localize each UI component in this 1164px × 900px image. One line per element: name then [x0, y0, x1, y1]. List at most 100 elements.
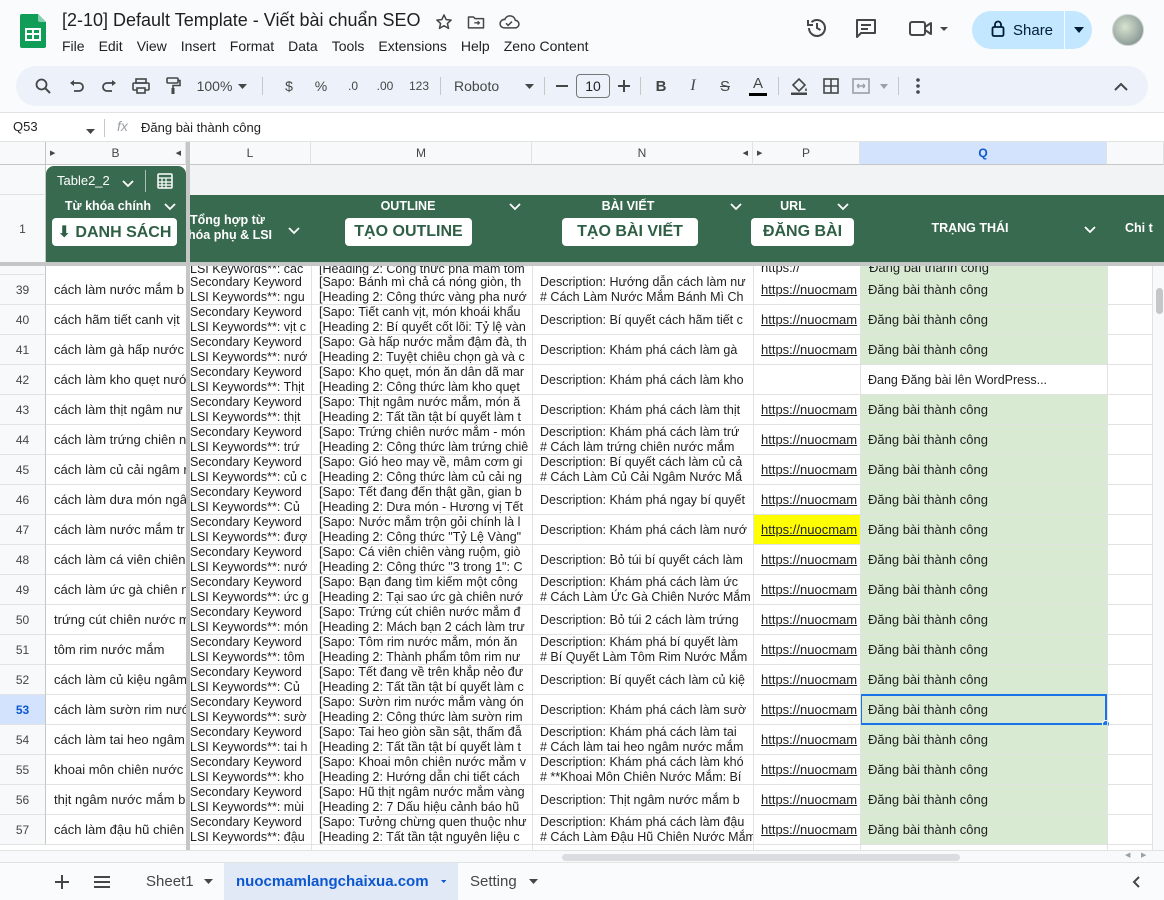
formula-input[interactable]: Đăng bài thành công	[141, 120, 261, 135]
cell-details[interactable]	[1107, 335, 1152, 365]
cell-url-link[interactable]: https://nuocmam	[753, 485, 860, 515]
cell-main-keyword[interactable]: cách làm trứng chiên n	[46, 425, 186, 455]
cell-outline[interactable]: [Sapo: Trứng chiên nước mắm - món [Headin…	[311, 425, 532, 455]
add-sheet-icon[interactable]	[52, 863, 72, 900]
cell-status[interactable]: Đăng bài thành công	[860, 635, 1107, 665]
cell-details[interactable]	[1107, 455, 1152, 485]
cell-details[interactable]	[1107, 515, 1152, 545]
partial-cell-m[interactable]: [Heading 2: Công thức pha mắm tôm	[319, 266, 530, 275]
cell-secondary-lsi[interactable]: Secondary Keyword LSI Keywords**: ức g	[190, 575, 311, 605]
column-header-b[interactable]: ▶ B ◀	[46, 142, 186, 165]
cell-details[interactable]	[1107, 635, 1152, 665]
select-all-corner[interactable]	[0, 142, 46, 165]
cloud-saved-icon[interactable]	[498, 12, 520, 32]
cell-details[interactable]	[1107, 365, 1152, 395]
cell-main-keyword[interactable]: thịt ngâm nước mắm b	[46, 785, 186, 815]
cell-outline[interactable]: [Sapo: Trứng cút chiên nước mắm đ [Headin…	[311, 605, 532, 635]
sheet-tab-sheet1[interactable]: Sheet1	[132, 863, 227, 900]
cell-url-link[interactable]: https://nuocmam	[753, 605, 860, 635]
font-size-input[interactable]: 10	[576, 74, 610, 98]
column-header-p[interactable]: ▶ P	[753, 142, 860, 165]
cell-outline[interactable]: [Sapo: Tưởng chừng quen thuộc như [Headin…	[311, 815, 532, 845]
row-header-partial[interactable]	[0, 266, 46, 275]
meet-video-icon[interactable]	[908, 16, 952, 42]
cell-secondary-lsi[interactable]: Secondary Keyword LSI Keywords**: vịt c	[190, 305, 311, 335]
row-header-1[interactable]: 1	[0, 195, 46, 263]
cell-details[interactable]	[1107, 605, 1152, 635]
cell-details[interactable]	[1107, 545, 1152, 575]
cell-details[interactable]	[1107, 785, 1152, 815]
menu-extensions[interactable]: Extensions	[378, 38, 453, 54]
cell-secondary-lsi[interactable]: Secondary Keyword LSI Keywords**: Củ	[190, 485, 311, 515]
menu-zeno-content[interactable]: Zeno Content	[504, 38, 596, 54]
menu-view[interactable]: View	[137, 38, 174, 54]
cell-main-keyword[interactable]: cách làm tai heo ngâm	[46, 725, 186, 755]
sheets-logo-icon[interactable]	[20, 14, 46, 48]
font-select[interactable]: Roboto	[450, 66, 538, 106]
partial-cell-q[interactable]: Đăng bài thành công	[860, 266, 1107, 275]
cell-url-link[interactable]: https://nuocmam	[753, 755, 860, 785]
cell-article[interactable]: Description: Bỏ túi 2 cách làm trứng	[532, 605, 753, 635]
row-header[interactable]: 47	[0, 515, 46, 545]
cell-status[interactable]: Đăng bài thành công	[860, 785, 1107, 815]
row-header[interactable]: 44	[0, 425, 46, 455]
all-sheets-icon[interactable]	[92, 863, 112, 900]
table-view-icon[interactable]	[157, 173, 173, 194]
cell-secondary-lsi[interactable]: Secondary Keyword LSI Keywords**: trứ	[190, 425, 311, 455]
row-header[interactable]: 54	[0, 725, 46, 755]
cell-outline[interactable]: [Sapo: Tết đang về trên khắp nẻo đư [Head…	[311, 665, 532, 695]
cell-secondary-lsi[interactable]: Secondary Keyword LSI Keywords**: Củ	[190, 665, 311, 695]
menu-insert[interactable]: Insert	[181, 38, 223, 54]
document-title[interactable]: [2-10] Default Template - Viết bài chuẩn…	[62, 10, 421, 31]
name-box[interactable]: Q53	[13, 119, 38, 134]
cell-url-link[interactable]: https://nuocmam	[753, 335, 860, 365]
cell-secondary-lsi[interactable]: Secondary Keyword LSI Keywords**: nướ	[190, 545, 311, 575]
spreadsheet-grid[interactable]: ▶ B ◀ L M N ◀ ▶ P Q 1 Table2_2 Từ khóa c…	[0, 142, 1164, 850]
cell-status[interactable]: Đăng bài thành công	[860, 515, 1107, 545]
row-header[interactable]: 48	[0, 545, 46, 575]
cell-outline[interactable]: [Sapo: Thịt ngâm nước mắm, món ă [Heading…	[311, 395, 532, 425]
fill-color-icon[interactable]	[786, 66, 812, 106]
cell-article[interactable]: Description: Khám phá cách làm kho	[532, 365, 753, 395]
share-button[interactable]: Share	[972, 11, 1092, 49]
cell-secondary-lsi[interactable]: Secondary Keyword LSI Keywords**: đượ	[190, 515, 311, 545]
cell-status[interactable]: Đăng bài thành công	[860, 455, 1107, 485]
cell-status[interactable]: Đăng bài thành công	[860, 335, 1107, 365]
cell-secondary-lsi[interactable]: Secondary Keyword LSI Keywords**: nướ	[190, 335, 311, 365]
format-percent-button[interactable]: %	[308, 66, 334, 106]
avatar[interactable]	[1112, 14, 1144, 46]
create-outline-button[interactable]: TẠO OUTLINE	[345, 218, 472, 246]
cell-status[interactable]: Đăng bài thành công	[860, 485, 1107, 515]
menu-data[interactable]: Data	[288, 38, 325, 54]
row-header[interactable]: 41	[0, 335, 46, 365]
cell-article[interactable]: Description: Hướng dẫn cách làm nư # Cách…	[532, 275, 753, 305]
hidden-columns-left-icon[interactable]: ▶	[50, 149, 55, 157]
cell-url-link[interactable]: https://nuocmam	[753, 455, 860, 485]
cell-details[interactable]	[1107, 695, 1152, 725]
cell-status[interactable]: Đăng bài thành công	[860, 695, 1107, 725]
cell-secondary-lsi[interactable]: Secondary Keyword LSI Keywords**: tôm	[190, 635, 311, 665]
cell-outline[interactable]: [Sapo: Tiết canh vịt, món khoái khẩu [Hea…	[311, 305, 532, 335]
cell-main-keyword[interactable]: khoai môn chiên nước	[46, 755, 186, 785]
print-icon[interactable]	[128, 66, 154, 106]
cell-main-keyword[interactable]: cách làm thịt ngâm nư	[46, 395, 186, 425]
hidden-columns-left-icon[interactable]: ▶	[757, 149, 762, 157]
cell-status[interactable]: Đăng bài thành công	[860, 815, 1107, 845]
decrease-font-size-icon[interactable]	[552, 66, 572, 106]
horizontal-scrollbar-thumb[interactable]	[562, 854, 960, 861]
cell-details[interactable]	[1107, 665, 1152, 695]
cell-url-link[interactable]: https://nuocmam	[753, 785, 860, 815]
cell-article[interactable]: Description: Khám phá cách làm gà	[532, 335, 753, 365]
cell-main-keyword[interactable]: cách làm gà hấp nước	[46, 335, 186, 365]
cell-url-link[interactable]: https://nuocmam	[753, 815, 860, 845]
cell-main-keyword[interactable]: cách làm đậu hũ chiên	[46, 815, 186, 845]
cell-secondary-lsi[interactable]: Secondary Keyword LSI Keywords**: mùi	[190, 785, 311, 815]
cell-details[interactable]	[1107, 425, 1152, 455]
table-name-chip[interactable]: Table2_2	[46, 166, 186, 196]
partial-cell-l[interactable]: LSI Keywords**: các	[190, 266, 311, 275]
cell-outline[interactable]: [Sapo: Tôm rim nước mắm, món ăn [Heading …	[311, 635, 532, 665]
cell-secondary-lsi[interactable]: Secondary Keyword LSI Keywords**: tai h	[190, 725, 311, 755]
scroll-right-icon[interactable]: ▶	[1141, 851, 1146, 859]
cell-outline[interactable]: [Sapo: Tết đang đến thật gần, gian b [Hea…	[311, 485, 532, 515]
cell-details[interactable]	[1107, 725, 1152, 755]
